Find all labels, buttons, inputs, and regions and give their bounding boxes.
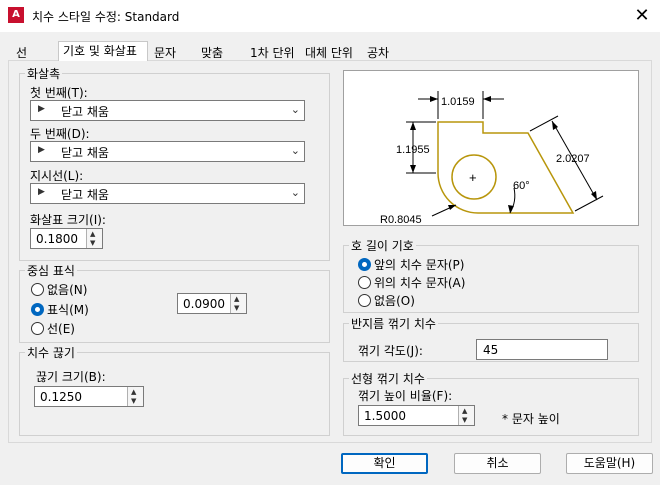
chevron-down-icon: ⌄ xyxy=(290,144,300,157)
break-size-value: 0.1250 xyxy=(40,390,82,404)
center-mark-size-value: 0.0900 xyxy=(183,297,225,311)
spin-buttons[interactable]: ▲ ▼ xyxy=(127,387,143,406)
spin-down-icon[interactable]: ▼ xyxy=(462,416,467,424)
tab-tolerances[interactable]: 공차 xyxy=(363,44,393,61)
tab-fit[interactable]: 맞춤 xyxy=(197,44,227,61)
center-mark-size-stepper[interactable]: 0.0900 ▲ ▼ xyxy=(177,293,247,314)
dim-arrowhead xyxy=(410,122,416,130)
leader-arrow-value: 닫고 채움 xyxy=(61,188,109,202)
dim-arrowhead xyxy=(552,121,558,130)
dim-text-top: 1.0159 xyxy=(441,96,475,108)
first-arrow-label: 첫 번째(T): xyxy=(30,86,88,100)
arc-preceding-radio[interactable] xyxy=(358,258,371,271)
break-size-label: 끊기 크기(B): xyxy=(36,370,106,384)
window-title: 치수 스타일 수정: Standard xyxy=(32,10,180,24)
spin-buttons[interactable]: ▲ ▼ xyxy=(86,229,102,248)
jog-angle-value: 45 xyxy=(483,343,499,357)
center-line-radio[interactable] xyxy=(31,322,44,335)
second-arrow-select[interactable]: ▶ 닫고 채움 ⌄ xyxy=(30,141,305,162)
arrowheads-group-label: 화살촉 xyxy=(25,65,63,82)
center-marks-group-label: 중심 표식 xyxy=(25,262,77,279)
jog-angle-label: 꺾기 각도(J): xyxy=(358,344,423,358)
center-none-label: 없음(N) xyxy=(47,283,88,297)
chevron-down-icon: ⌄ xyxy=(290,103,300,116)
second-arrow-label: 두 번째(D): xyxy=(30,127,90,141)
tab-symbols-arrows[interactable]: 기호 및 화살표 xyxy=(58,41,148,61)
ok-button[interactable]: 확인 xyxy=(341,453,428,474)
radius-jog-group-label: 반지름 꺾기 치수 xyxy=(349,315,438,332)
spin-down-icon[interactable]: ▼ xyxy=(90,239,95,247)
arrow-fill-icon: ▶ xyxy=(38,104,45,114)
spin-up-icon[interactable]: ▲ xyxy=(90,230,95,238)
center-line-label: 선(E) xyxy=(47,322,75,336)
jog-angle-input[interactable]: 45 xyxy=(476,339,608,360)
radius-text: R0.8045 xyxy=(380,214,422,225)
spin-buttons[interactable]: ▲ ▼ xyxy=(458,406,474,425)
arc-none-radio[interactable] xyxy=(358,294,371,307)
center-mark-radio[interactable] xyxy=(31,303,44,316)
arc-preceding-label: 앞의 치수 문자(P) xyxy=(374,258,465,272)
tab-alternate-units[interactable]: 대체 단위 xyxy=(301,44,357,61)
dim-text-right: 2.0207 xyxy=(556,153,590,165)
cancel-button[interactable]: 취소 xyxy=(454,453,541,474)
arrow-size-label: 화살표 크기(I): xyxy=(30,213,106,227)
dimension-preview-drawing: 1.0159 1.1955 2.0207 60° R0.8045 + xyxy=(380,91,604,226)
spin-up-icon[interactable]: ▲ xyxy=(462,407,467,415)
part-outline xyxy=(437,121,575,214)
preview-pane: 1.0159 1.1955 2.0207 60° R0.8045 + xyxy=(343,70,639,226)
spin-up-icon[interactable]: ▲ xyxy=(234,295,239,303)
dim-text-left: 1.1955 xyxy=(396,144,430,156)
dim-arrowhead xyxy=(430,96,438,102)
leader-arrow-select[interactable]: ▶ 닫고 채움 ⌄ xyxy=(30,183,305,204)
tab-text[interactable]: 문자 xyxy=(150,44,180,61)
close-icon[interactable]: ✕ xyxy=(628,2,656,30)
dim-arrowhead xyxy=(448,205,456,210)
arc-above-radio[interactable] xyxy=(358,276,371,289)
center-mark-label: 표식(M) xyxy=(47,303,89,317)
arc-none-label: 없음(O) xyxy=(374,294,415,308)
linear-jog-group-label: 선형 꺾기 치수 xyxy=(349,370,427,387)
second-arrow-value: 닫고 채움 xyxy=(61,146,109,160)
dim-arrowhead xyxy=(410,165,416,173)
ext-line xyxy=(574,195,604,212)
arc-length-group-label: 호 길이 기호 xyxy=(349,237,416,254)
arrow-fill-icon: ▶ xyxy=(38,145,45,155)
help-button[interactable]: 도움말(H) xyxy=(566,453,653,474)
chevron-down-icon: ⌄ xyxy=(290,186,300,199)
tab-lines[interactable]: 선 xyxy=(12,44,31,61)
dim-arrowhead xyxy=(591,191,597,200)
spin-down-icon[interactable]: ▼ xyxy=(234,304,239,312)
autocad-logo-icon: A xyxy=(8,7,24,23)
jog-factor-suffix: * 문자 높이 xyxy=(502,412,560,426)
jog-factor-label: 꺾기 높이 비율(F): xyxy=(358,389,453,403)
center-mark-icon: + xyxy=(469,170,477,185)
tab-primary-units[interactable]: 1차 단위 xyxy=(246,44,299,61)
spin-up-icon[interactable]: ▲ xyxy=(131,388,136,396)
first-arrow-value: 닫고 채움 xyxy=(61,105,109,119)
arrow-fill-icon: ▶ xyxy=(38,187,45,197)
spin-down-icon[interactable]: ▼ xyxy=(131,397,136,405)
first-arrow-select[interactable]: ▶ 닫고 채움 ⌄ xyxy=(30,100,305,121)
break-size-stepper[interactable]: 0.1250 ▲ ▼ xyxy=(34,386,144,407)
dim-break-group-label: 치수 끊기 xyxy=(25,344,77,361)
arrow-size-value: 0.1800 xyxy=(36,232,78,246)
leader-arrow-label: 지시선(L): xyxy=(30,169,84,183)
angle-text: 60° xyxy=(513,180,530,192)
jog-factor-value: 1.5000 xyxy=(364,409,406,423)
arrow-size-stepper[interactable]: 0.1800 ▲ ▼ xyxy=(30,228,103,249)
arc-above-label: 위의 치수 문자(A) xyxy=(374,276,466,290)
center-none-radio[interactable] xyxy=(31,283,44,296)
jog-factor-stepper[interactable]: 1.5000 ▲ ▼ xyxy=(358,405,475,426)
spin-buttons[interactable]: ▲ ▼ xyxy=(230,294,246,313)
